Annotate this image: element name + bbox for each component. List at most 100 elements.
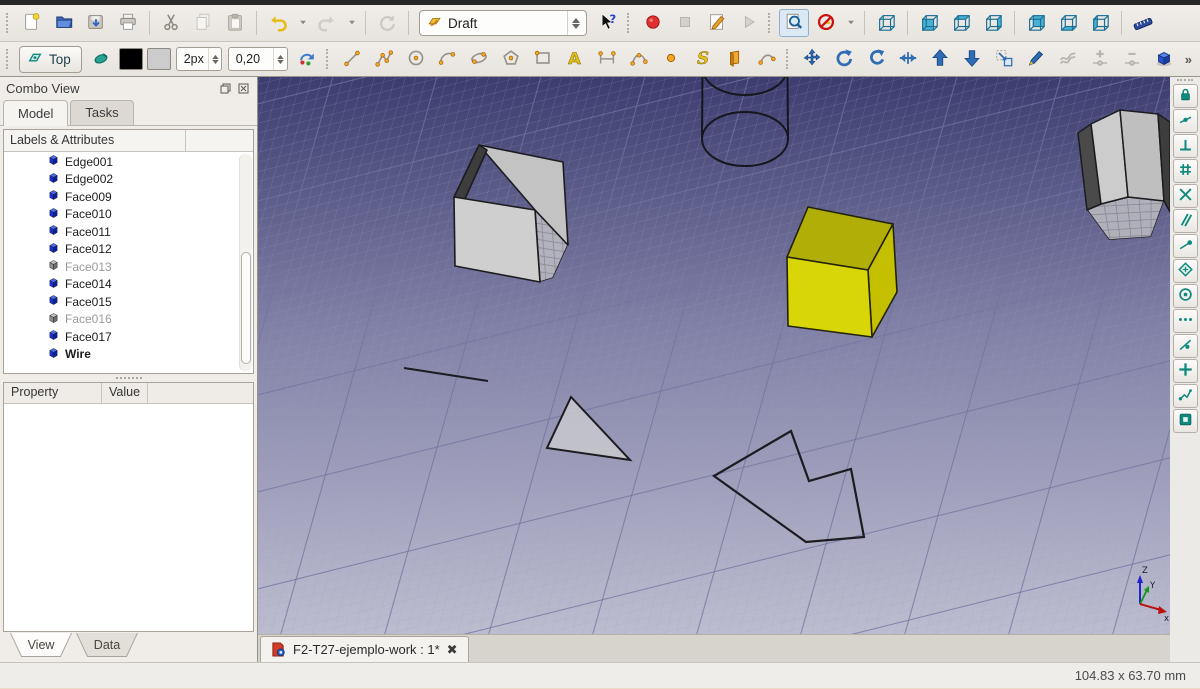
open-file-button[interactable] <box>49 9 79 37</box>
snap-angle-button[interactable] <box>1173 259 1198 283</box>
tree-item[interactable]: Face011 <box>4 223 253 241</box>
face-color-swatch[interactable] <box>147 48 171 70</box>
draft-polygon-button[interactable] <box>496 45 526 73</box>
snap-extension-button[interactable] <box>1173 309 1198 333</box>
tree-item[interactable]: Face013 <box>4 258 253 276</box>
save-button[interactable] <box>81 9 111 37</box>
copy-button[interactable] <box>188 9 218 37</box>
line-color-swatch[interactable] <box>119 48 143 70</box>
working-plane-button[interactable]: Top <box>19 46 82 73</box>
macro-stop-button[interactable] <box>670 9 700 37</box>
panel-close-button[interactable] <box>236 82 251 96</box>
draft-bezier-button[interactable] <box>752 45 782 73</box>
snap-lock-button[interactable] <box>1173 84 1198 108</box>
tab-tasks[interactable]: Tasks <box>70 100 133 125</box>
macro-record-button[interactable] <box>638 9 668 37</box>
draft-line-button[interactable] <box>337 45 367 73</box>
draft-upgrade-button[interactable] <box>925 45 955 73</box>
measure-distance-button[interactable] <box>1128 9 1158 37</box>
value-column-header[interactable]: Value <box>102 383 148 403</box>
toolbar-grip[interactable] <box>768 13 773 33</box>
view-left-button[interactable] <box>1085 9 1115 37</box>
draft-point-button[interactable] <box>656 45 686 73</box>
tree-item[interactable]: Face010 <box>4 206 253 224</box>
snap-endpoint-button[interactable] <box>1173 234 1198 258</box>
tree-item[interactable]: Face014 <box>4 276 253 294</box>
tree-item[interactable]: Face017 <box>4 328 253 346</box>
undo-dropdown-button[interactable] <box>295 9 310 37</box>
draft-to-sketch-button[interactable] <box>1149 45 1179 73</box>
draft-add-point-button[interactable] <box>1085 45 1115 73</box>
draft-offset-button[interactable] <box>861 45 891 73</box>
text-scale-spin[interactable]: 0,20 <box>228 47 288 71</box>
snap-ortho-button[interactable] <box>1173 359 1198 383</box>
tree-item[interactable]: Edge001 <box>4 153 253 171</box>
snap-grid-button[interactable] <box>1173 159 1198 183</box>
view-bottom-button[interactable] <box>1053 9 1083 37</box>
panel-float-button[interactable] <box>218 82 233 96</box>
tree-scrollbar-thumb[interactable] <box>241 252 251 365</box>
toolbar-grip[interactable] <box>627 13 632 33</box>
line-width-spin[interactable]: 2px <box>176 47 222 71</box>
toolbar-grip[interactable] <box>326 49 331 69</box>
redo-dropdown-button[interactable] <box>344 9 359 37</box>
draft-move-button[interactable] <box>797 45 827 73</box>
draft-trimex-button[interactable] <box>893 45 923 73</box>
draw-style-dropdown-button[interactable] <box>843 9 858 37</box>
draft-rectangle-button[interactable] <box>528 45 558 73</box>
view-top-button[interactable] <box>946 9 976 37</box>
snap-working-plane-button[interactable] <box>1173 409 1198 433</box>
view-axonometric-button[interactable] <box>871 9 901 37</box>
draft-arc-button[interactable] <box>433 45 463 73</box>
view-rear-button[interactable] <box>1021 9 1051 37</box>
draft-ellipse-button[interactable] <box>464 45 494 73</box>
panel-splitter[interactable] <box>0 374 257 382</box>
draft-del-point-button[interactable] <box>1117 45 1147 73</box>
macro-play-button[interactable] <box>734 9 764 37</box>
combo-spinner[interactable] <box>567 11 584 35</box>
tree-item[interactable]: Face009 <box>4 188 253 206</box>
spin-arrows[interactable] <box>208 48 222 70</box>
draft-downgrade-button[interactable] <box>957 45 987 73</box>
tab-data[interactable]: Data <box>76 633 138 657</box>
undo-button[interactable] <box>263 9 293 37</box>
toolbar-grip[interactable] <box>786 49 791 69</box>
snap-toolbar-grip[interactable] <box>1177 79 1193 81</box>
cut-button[interactable] <box>156 9 186 37</box>
draft-scale-button[interactable] <box>989 45 1019 73</box>
tree-item[interactable]: Edge002 <box>4 171 253 189</box>
snap-parallel-button[interactable] <box>1173 209 1198 233</box>
view-fit-all-button[interactable] <box>779 9 809 37</box>
refresh-button[interactable] <box>372 9 402 37</box>
tree-item[interactable]: Wire <box>4 346 253 364</box>
print-button[interactable] <box>113 9 143 37</box>
snap-perpendicular-button[interactable] <box>1173 134 1198 158</box>
tab-model[interactable]: Model <box>3 100 68 126</box>
snap-intersection-button[interactable] <box>1173 184 1198 208</box>
document-tab[interactable]: F2-T27-ejemplo-work : 1* ✖ <box>260 636 469 662</box>
redo-button[interactable] <box>312 9 342 37</box>
draft-circle-button[interactable] <box>401 45 431 73</box>
autogroup-button[interactable] <box>292 45 322 73</box>
toolbar-grip[interactable] <box>6 13 11 33</box>
draft-wire-button[interactable] <box>369 45 399 73</box>
toolbar-overflow-indicator[interactable]: » <box>1181 52 1196 67</box>
draft-edit-button[interactable] <box>1021 45 1051 73</box>
snap-center-button[interactable] <box>1173 284 1198 308</box>
property-column-header[interactable]: Property <box>4 383 102 403</box>
whats-this-button[interactable]: ? <box>593 9 623 37</box>
draft-text-button[interactable]: A <box>560 45 590 73</box>
tab-view[interactable]: View <box>10 633 72 657</box>
tree-item[interactable]: Face012 <box>4 241 253 259</box>
view-front-button[interactable] <box>914 9 944 37</box>
view-right-button[interactable] <box>978 9 1008 37</box>
paste-button[interactable] <box>220 9 250 37</box>
draft-shapestring-button[interactable]: S <box>688 45 718 73</box>
snap-near-button[interactable] <box>1173 334 1198 358</box>
tree-item[interactable]: Face015 <box>4 293 253 311</box>
toolbar-grip[interactable] <box>6 49 11 69</box>
3d-viewport[interactable]: Z Y x <box>258 77 1170 634</box>
snap-midpoint-button[interactable] <box>1173 109 1198 133</box>
construction-mode-button[interactable] <box>86 45 116 73</box>
snap-special-button[interactable] <box>1173 384 1198 408</box>
